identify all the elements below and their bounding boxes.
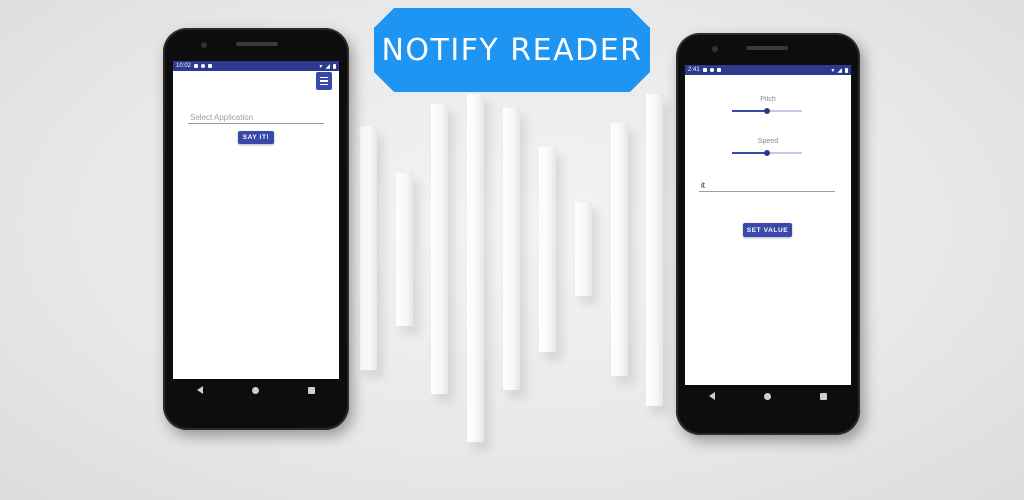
- wave-bar: [467, 94, 484, 442]
- status-bar: 10:02 ▾ ◢: [173, 61, 339, 71]
- title-banner: NOTIFY READER: [374, 8, 650, 92]
- set-value-button[interactable]: SET VALUE: [743, 223, 792, 237]
- notification-icon: [201, 64, 206, 68]
- status-time: 2:41: [688, 67, 700, 73]
- system-nav-bar: [685, 385, 851, 407]
- phone-right-screen: 2:41 ▾ ◢ Pitch Speed it SET VALUE: [685, 65, 851, 385]
- notification-icon: [709, 68, 714, 72]
- wave-bar: [611, 123, 628, 376]
- wave-bar: [360, 126, 377, 370]
- wave-bar: [396, 173, 413, 326]
- signal-icon: ◢: [837, 67, 842, 74]
- speed-slider-fill: [732, 152, 767, 154]
- hamburger-menu-icon: [320, 83, 328, 86]
- recent-apps-icon[interactable]: [307, 386, 315, 394]
- notification-icon: [208, 64, 213, 68]
- wifi-icon: ▾: [831, 67, 835, 74]
- status-time: 10:02: [176, 63, 192, 69]
- battery-icon: [333, 63, 336, 69]
- select-application-input[interactable]: Select Application: [188, 113, 324, 124]
- phone-left: 10:02 ▾ ◢ Select Application SAY IT!: [163, 28, 349, 430]
- notification-icon: [716, 68, 721, 72]
- speed-slider[interactable]: [732, 149, 802, 157]
- earpiece-speaker: [236, 42, 278, 46]
- pitch-slider-thumb[interactable]: [764, 108, 770, 114]
- banner-title: NOTIFY READER: [381, 32, 643, 68]
- pitch-label: Pitch: [760, 96, 776, 103]
- phone-right: 2:41 ▾ ◢ Pitch Speed it SET VALUE: [676, 33, 860, 435]
- system-nav-bar: [173, 379, 339, 401]
- status-bar: 2:41 ▾ ◢: [685, 65, 851, 75]
- home-icon[interactable]: [763, 392, 771, 400]
- language-input[interactable]: it: [699, 181, 835, 192]
- front-camera-icon: [712, 46, 718, 52]
- speed-slider-thumb[interactable]: [764, 150, 770, 156]
- wave-bar: [646, 94, 663, 406]
- earpiece-speaker: [746, 46, 788, 50]
- back-icon[interactable]: [197, 386, 204, 394]
- pitch-slider-fill: [732, 110, 767, 112]
- hamburger-menu-icon: [320, 80, 328, 82]
- notification-icon: [194, 64, 199, 68]
- back-icon[interactable]: [709, 392, 716, 400]
- recent-apps-icon[interactable]: [819, 392, 827, 400]
- hamburger-menu-icon: [320, 76, 328, 79]
- wifi-icon: ▾: [319, 63, 323, 70]
- battery-icon: [845, 67, 848, 73]
- phone-left-screen: 10:02 ▾ ◢ Select Application SAY IT!: [173, 61, 339, 379]
- wave-bar: [503, 108, 520, 390]
- home-icon[interactable]: [251, 386, 259, 394]
- front-camera-icon: [201, 42, 207, 48]
- wave-bar: [575, 202, 592, 296]
- wave-bar: [539, 147, 556, 352]
- signal-icon: ◢: [325, 63, 330, 70]
- say-it-button[interactable]: SAY IT!: [238, 131, 274, 144]
- wave-bar: [431, 104, 448, 394]
- speed-label: Speed: [757, 138, 779, 145]
- menu-button[interactable]: [316, 72, 332, 90]
- pitch-slider[interactable]: [732, 107, 802, 115]
- notification-icon: [702, 68, 707, 72]
